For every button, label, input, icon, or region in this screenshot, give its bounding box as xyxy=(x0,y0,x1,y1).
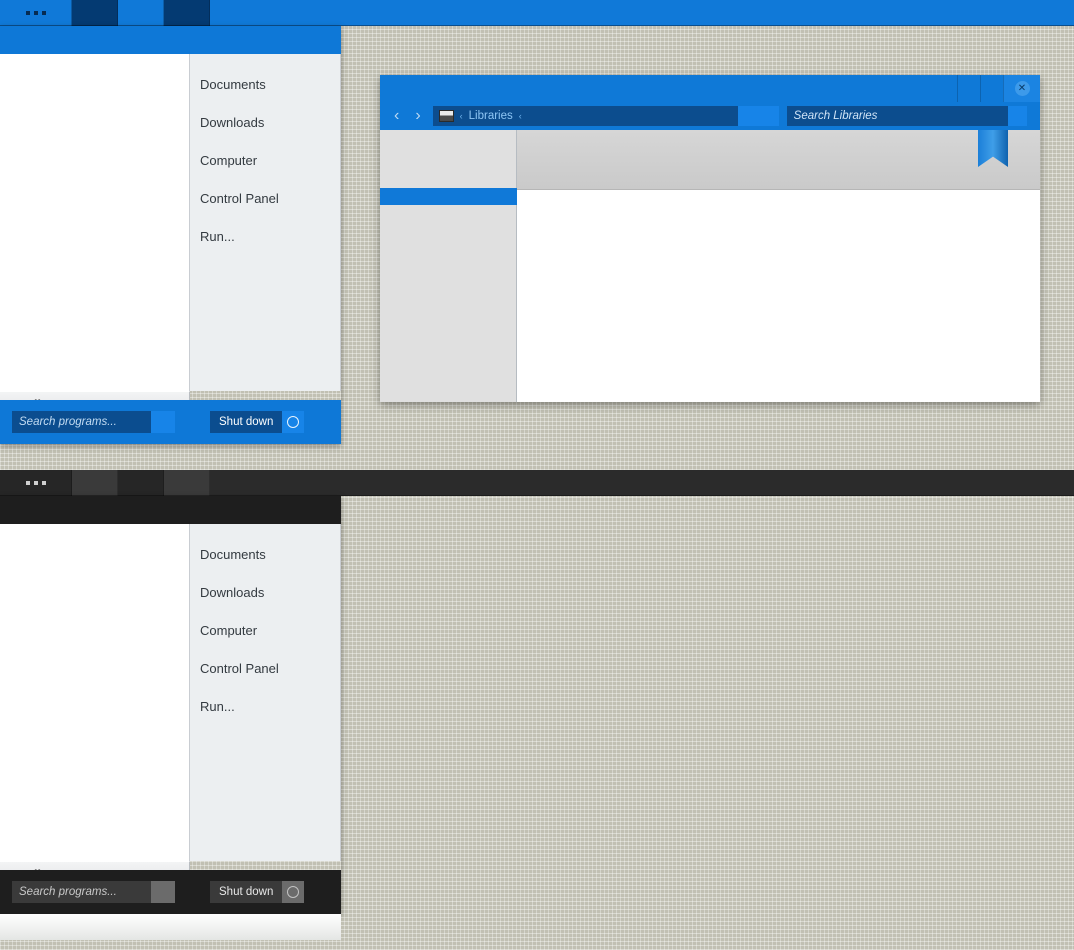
search-icon[interactable] xyxy=(151,411,175,433)
menu-item-label: Documents xyxy=(200,547,266,562)
search-programs-placeholder[interactable]: Search programs... xyxy=(12,881,151,903)
taskbar-button[interactable] xyxy=(72,0,118,26)
breadcrumb-label[interactable]: Libraries xyxy=(469,110,513,122)
shutdown-button[interactable]: Shut down xyxy=(210,881,305,903)
start-menu-header xyxy=(0,26,341,54)
maximize-button[interactable] xyxy=(980,75,1003,102)
menu-item-label: Run... xyxy=(200,229,235,244)
theme-preview-dark: Documents Downloads Computer Control Pan… xyxy=(0,470,1074,950)
breadcrumb-separator: ‹ xyxy=(459,111,463,121)
sidebar-selected-item[interactable] xyxy=(380,188,517,205)
taskbar-empty-area[interactable] xyxy=(210,0,1074,26)
menu-item-label: Downloads xyxy=(200,585,265,600)
bookmark-icon xyxy=(978,130,1008,167)
sidebar-item-computer[interactable]: Computer xyxy=(190,142,340,180)
menu-item-label: Run... xyxy=(200,699,235,714)
taskbar[interactable] xyxy=(0,470,1074,496)
taskbar-button[interactable] xyxy=(118,0,164,26)
shutdown-options-button[interactable] xyxy=(282,881,305,903)
content-header xyxy=(517,130,1040,190)
breadcrumb-separator: ‹ xyxy=(518,111,522,121)
shutdown-label: Shut down xyxy=(210,411,283,433)
close-button[interactable]: ✕ xyxy=(1003,75,1040,102)
navigation-toolbar: ‹ › ‹ Libraries ‹ Search Libraries xyxy=(380,102,1040,130)
menu-item-label: Downloads xyxy=(200,115,265,130)
shutdown-label: Shut down xyxy=(210,881,283,903)
start-menu-footer: Search programs... Shut down xyxy=(0,870,341,914)
search-programs-input[interactable]: Search programs... xyxy=(12,411,175,433)
explorer-sidebar[interactable] xyxy=(380,130,517,402)
sidebar-item-control-panel[interactable]: Control Panel xyxy=(190,650,340,688)
sidebar-item-computer[interactable]: Computer xyxy=(190,612,340,650)
taskbar-button[interactable] xyxy=(72,470,118,496)
start-menu: Documents Downloads Computer Control Pan… xyxy=(0,496,341,940)
start-button[interactable] xyxy=(0,470,72,496)
power-icon xyxy=(287,416,300,428)
sidebar-item-control-panel[interactable]: Control Panel xyxy=(190,180,340,218)
start-button[interactable] xyxy=(0,0,72,26)
menu-item-label: Computer xyxy=(200,623,258,638)
sidebar-item-run[interactable]: Run... xyxy=(190,218,340,256)
menu-item-label: Documents xyxy=(200,77,266,92)
menu-item-label: Computer xyxy=(200,153,258,168)
close-icon: ✕ xyxy=(1014,81,1030,96)
folder-icon xyxy=(438,110,454,122)
search-programs-input[interactable]: Search programs... xyxy=(12,881,175,903)
breadcrumb[interactable]: ‹ Libraries ‹ xyxy=(432,106,738,126)
back-icon[interactable]: ‹ xyxy=(394,107,399,125)
start-menu: Documents Downloads Computer Control Pan… xyxy=(0,26,341,444)
address-bar[interactable]: ‹ Libraries ‹ xyxy=(432,106,779,126)
search-icon[interactable] xyxy=(1007,106,1027,126)
start-menu-bottom-strip xyxy=(0,914,341,940)
menu-item-label: Control Panel xyxy=(200,191,279,206)
search-icon[interactable] xyxy=(151,881,175,903)
forward-icon[interactable]: › xyxy=(415,107,420,125)
power-icon xyxy=(287,886,300,898)
refresh-button[interactable] xyxy=(737,106,779,126)
start-menu-places-pane: Documents Downloads Computer Control Pan… xyxy=(190,54,341,391)
start-menu-header xyxy=(0,496,341,524)
taskbar-button[interactable] xyxy=(164,470,210,496)
window-titlebar[interactable]: ✕ xyxy=(380,75,1040,102)
search-programs-placeholder[interactable]: Search programs... xyxy=(12,411,151,433)
explorer-content-pane[interactable] xyxy=(517,130,1040,402)
start-menu-programs-pane[interactable] xyxy=(0,54,190,391)
minimize-button[interactable] xyxy=(957,75,980,102)
start-menu-footer: Search programs... Shut down xyxy=(0,400,341,444)
taskbar[interactable] xyxy=(0,0,1074,26)
sidebar-item-downloads[interactable]: Downloads xyxy=(190,104,340,142)
ellipsis-icon xyxy=(25,481,46,485)
sidebar-item-documents[interactable]: Documents xyxy=(190,66,340,104)
sidebar-item-run[interactable]: Run... xyxy=(190,688,340,726)
sidebar-item-documents[interactable]: Documents xyxy=(190,536,340,574)
menu-item-label: Control Panel xyxy=(200,661,279,676)
taskbar-button[interactable] xyxy=(118,470,164,496)
ellipsis-icon xyxy=(25,11,46,15)
file-explorer-window: ✕ ‹ › ‹ Libraries ‹ Search Libraries xyxy=(380,75,1040,402)
taskbar-button[interactable] xyxy=(164,0,210,26)
start-menu-programs-pane[interactable] xyxy=(0,524,190,861)
shutdown-button[interactable]: Shut down xyxy=(210,411,305,433)
theme-preview-light: Documents Downloads Computer Control Pan… xyxy=(0,0,1074,470)
search-libraries-placeholder[interactable]: Search Libraries xyxy=(786,106,1008,126)
taskbar-empty-area[interactable] xyxy=(210,470,1074,496)
shutdown-options-button[interactable] xyxy=(282,411,305,433)
start-menu-places-pane: Documents Downloads Computer Control Pan… xyxy=(190,524,341,861)
search-libraries-input[interactable]: Search Libraries xyxy=(786,106,1027,126)
sidebar-item-downloads[interactable]: Downloads xyxy=(190,574,340,612)
